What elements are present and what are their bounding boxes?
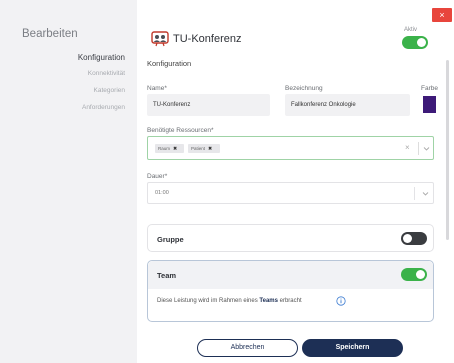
sidebar: Bearbeiten Konfiguration Konnektivität K… [0, 0, 137, 363]
sidebar-item-konfiguration[interactable]: Konfiguration [78, 53, 125, 62]
gruppe-toggle[interactable] [401, 232, 427, 245]
aktiv-label: Aktiv [404, 27, 418, 33]
info-icon[interactable] [336, 296, 346, 306]
bezeichnung-input[interactable]: Fallkonferenz Onkologie [285, 94, 410, 116]
team-card-header [148, 261, 433, 289]
aktiv-toggle[interactable] [402, 36, 428, 49]
window-title: TU-Konferenz [173, 33, 242, 45]
toggle-knob [416, 270, 425, 279]
close-button[interactable]: × [432, 8, 452, 22]
chip-label: Patient [191, 146, 206, 151]
cancel-button[interactable]: Abbrechen [197, 339, 298, 357]
gruppe-label: Gruppe [157, 235, 184, 244]
divider [414, 187, 415, 200]
chip-remove-icon[interactable]: ✖ [208, 146, 212, 152]
chip-remove-icon[interactable]: ✖ [173, 146, 177, 152]
scrollbar[interactable] [446, 60, 449, 240]
team-toggle[interactable] [401, 268, 427, 281]
section-title: Konfiguration [147, 59, 192, 68]
name-label: Name* [147, 85, 167, 92]
chevron-down-icon[interactable] [422, 190, 429, 197]
dauer-label: Dauer* [147, 173, 168, 180]
bezeichnung-label: Bezeichnung [285, 85, 323, 92]
save-button[interactable]: Speichern [302, 339, 403, 357]
ressourcen-multiselect[interactable]: Raum ✖ Patient ✖ × [147, 136, 434, 160]
chip-label: Raum [158, 146, 171, 151]
ressourcen-label: Benötigte Ressourcen* [147, 127, 214, 134]
toggle-knob [417, 38, 426, 47]
sidebar-item-konnektivitaet[interactable]: Konnektivität [88, 70, 125, 77]
dauer-select[interactable]: 01:00 [147, 182, 434, 204]
farbe-color-picker[interactable] [423, 96, 436, 113]
sidebar-title: Bearbeiten [22, 28, 78, 40]
close-icon: × [439, 10, 445, 20]
name-input[interactable]: TU-Konferenz [147, 94, 270, 116]
chip-patient: Patient ✖ [188, 144, 220, 153]
conference-people-icon [151, 31, 169, 47]
clear-icon[interactable]: × [405, 143, 410, 152]
dauer-value: 01:00 [155, 190, 169, 196]
sidebar-item-anforderungen[interactable]: Anforderungen [82, 104, 125, 111]
toggle-knob [403, 234, 412, 243]
chip-raum: Raum ✖ [155, 144, 184, 153]
farbe-label: Farbe [421, 85, 438, 92]
team-label: Team [157, 271, 177, 280]
team-card: Team Diese Leistung wird im Rahmen eines… [147, 260, 434, 322]
gruppe-card: Gruppe [147, 224, 434, 252]
chevron-down-icon[interactable] [423, 145, 430, 152]
team-description: Diese Leistung wird im Rahmen eines Team… [157, 298, 302, 304]
sidebar-item-kategorien[interactable]: Kategorien [94, 87, 125, 94]
divider [418, 142, 419, 155]
